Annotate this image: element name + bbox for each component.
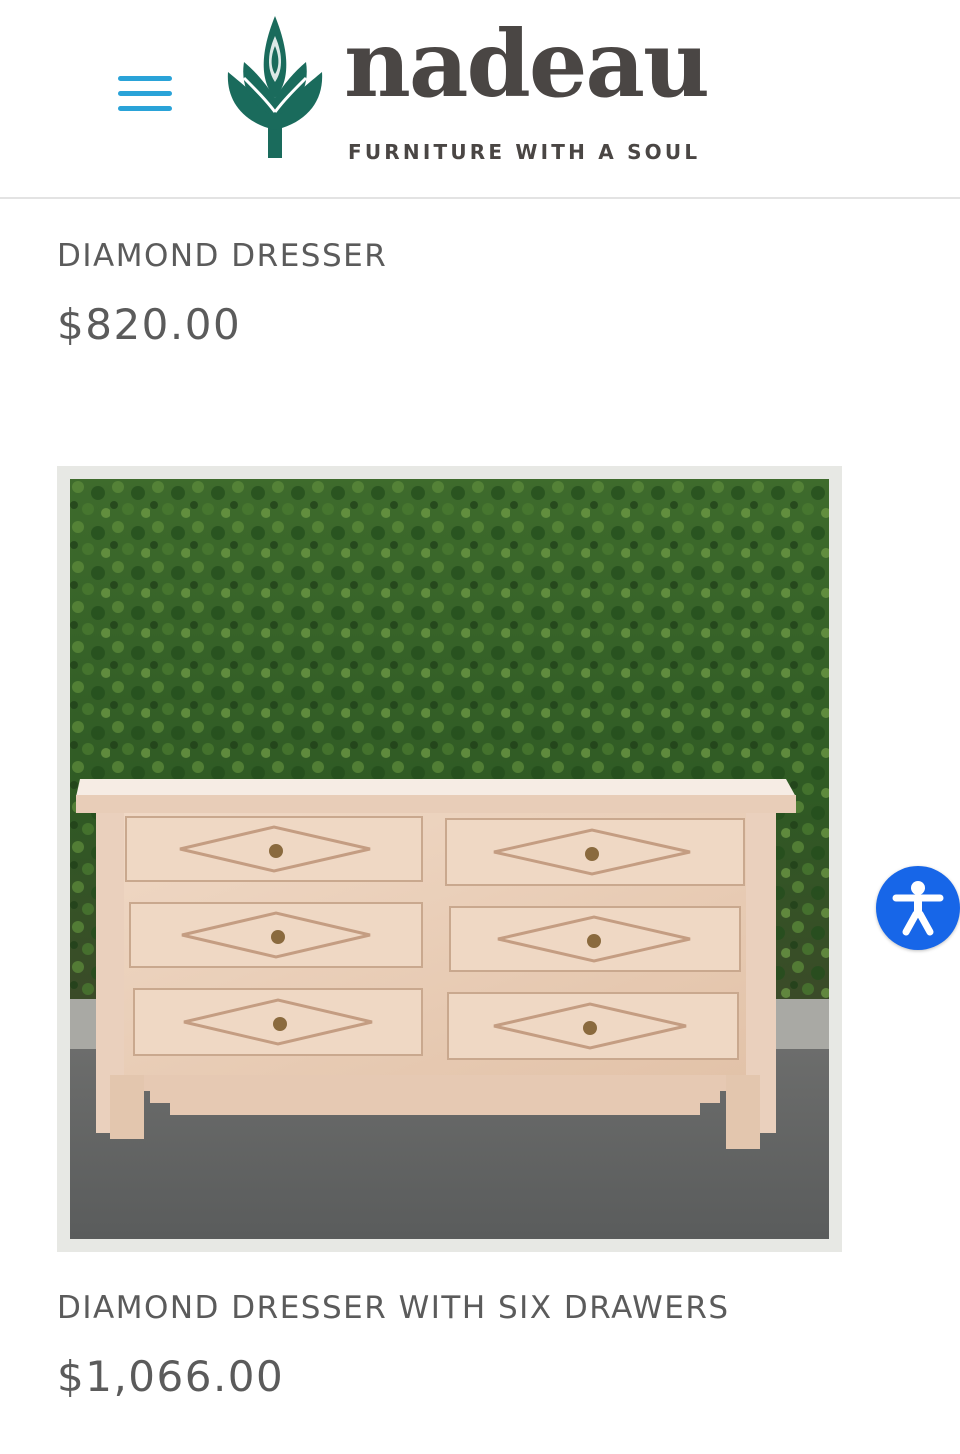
product-image[interactable] (57, 466, 842, 1252)
dresser-photo (70, 479, 829, 1239)
brand-name: nadeau (344, 10, 710, 118)
accessibility-button[interactable] (876, 866, 960, 950)
product-title[interactable]: DIAMOND DRESSER (57, 238, 387, 274)
artichoke-logo-icon (227, 16, 323, 158)
site-header: nadeau FURNITURE WITH A SOUL (0, 0, 960, 199)
hamburger-menu-icon[interactable] (114, 70, 176, 118)
site-logo[interactable]: nadeau FURNITURE WITH A SOUL (222, 12, 722, 172)
product-title[interactable]: DIAMOND DRESSER WITH SIX DRAWERS (57, 1290, 730, 1326)
brand-tagline: FURNITURE WITH A SOUL (348, 140, 701, 164)
accessibility-person-icon (892, 881, 944, 936)
product-price: $1,066.00 (57, 1352, 285, 1401)
product-price: $820.00 (57, 300, 242, 349)
